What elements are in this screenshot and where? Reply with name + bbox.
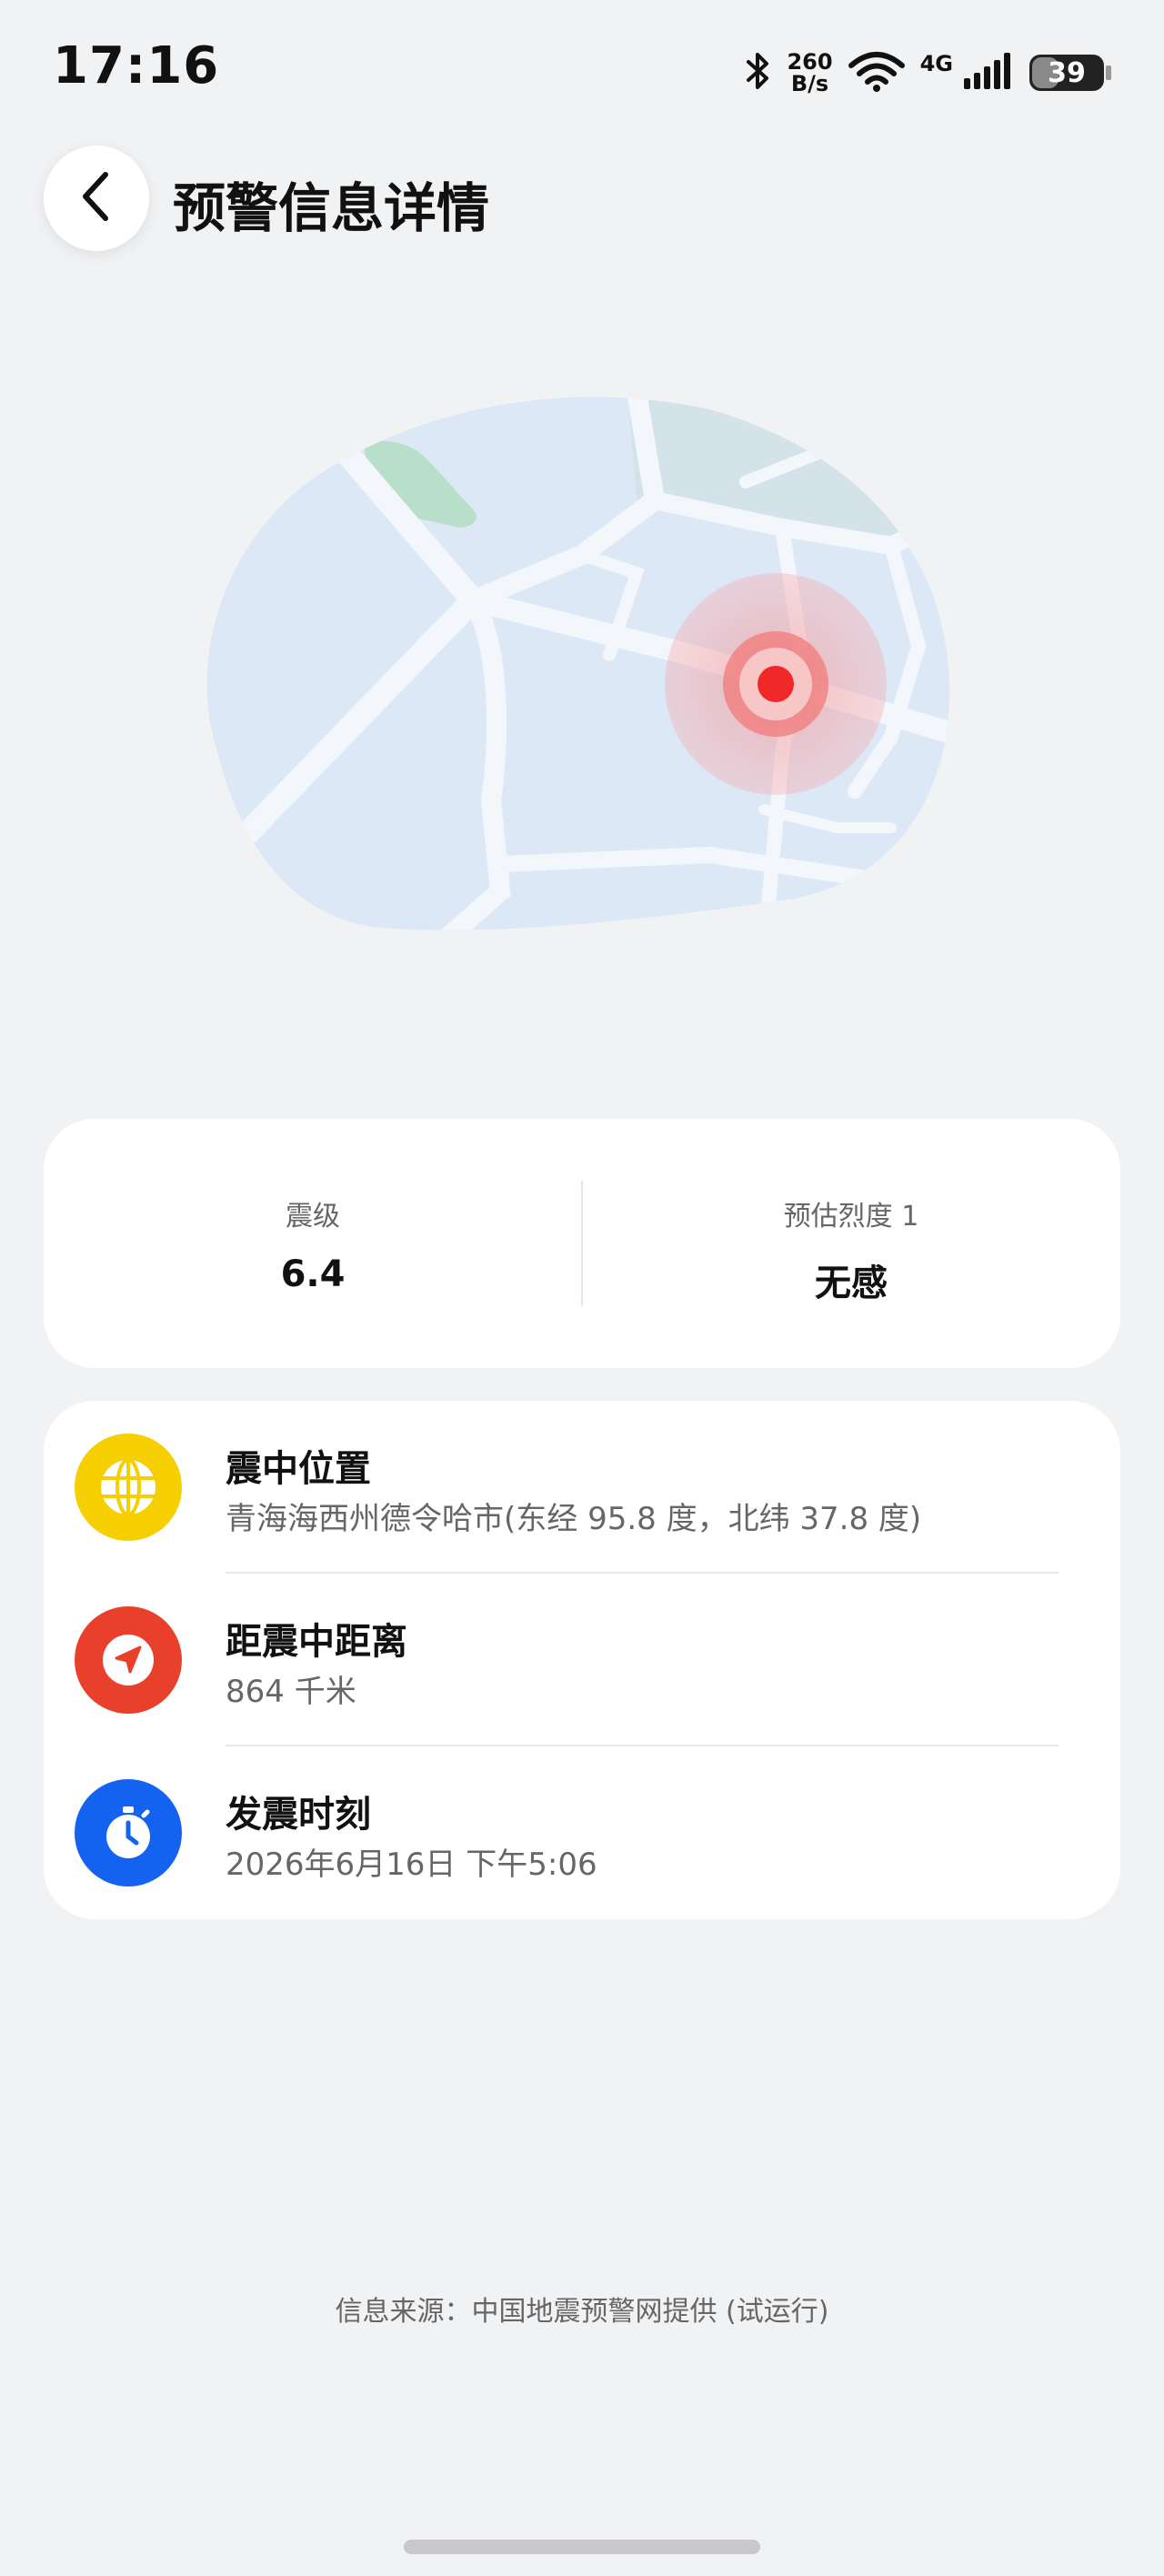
status-icons: 260 B/s 4G 39 bbox=[743, 45, 1111, 100]
back-button[interactable] bbox=[44, 146, 149, 251]
wifi-icon bbox=[848, 49, 906, 96]
magnitude-label: 震级 bbox=[286, 1201, 340, 1233]
status-time: 17:16 bbox=[53, 36, 220, 96]
magnitude-value: 6.4 bbox=[280, 1253, 346, 1295]
warning-detail-page: 17:16 260 B/s 4G 39 预警信息详情 震级 6.4 预估烈度 1… bbox=[0, 0, 1164, 2576]
net-speed-value: 260 bbox=[787, 49, 833, 75]
info-row-quake-time: 发震时刻 2026年6月16日 下午5:06 bbox=[44, 1746, 1120, 1919]
epicenter-map bbox=[200, 373, 964, 955]
info-title: 震中位置 bbox=[226, 1448, 371, 1490]
info-title: 距震中距离 bbox=[226, 1621, 407, 1663]
source-note: 信息来源：中国地震预警网提供 (试运行) bbox=[335, 2296, 829, 2328]
intensity-value: 无感 bbox=[815, 1263, 888, 1304]
info-row-epicenter-location: 震中位置 青海海西州德令哈市(东经 95.8 度，北纬 37.8 度) bbox=[44, 1401, 1120, 1574]
bluetooth-icon bbox=[743, 51, 772, 95]
intensity-label: 预估烈度 1 bbox=[783, 1201, 919, 1233]
info-card: 震中位置 青海海西州德令哈市(东经 95.8 度，北纬 37.8 度) 距震中距… bbox=[44, 1401, 1120, 1919]
battery-icon: 39 bbox=[1029, 55, 1111, 91]
page-title: 预警信息详情 bbox=[173, 177, 490, 239]
epicenter-marker-icon bbox=[758, 666, 794, 702]
info-detail: 864 千米 bbox=[226, 1674, 356, 1710]
net-speed: 260 B/s bbox=[787, 51, 832, 95]
info-detail: 青海海西州德令哈市(东经 95.8 度，北纬 37.8 度) bbox=[226, 1501, 922, 1537]
magnitude-card: 震级 6.4 预估烈度 1 无感 bbox=[44, 1119, 1120, 1368]
stopwatch-icon bbox=[75, 1779, 182, 1887]
info-title: 发震时刻 bbox=[226, 1794, 371, 1836]
navigation-arrow-icon bbox=[75, 1606, 182, 1714]
info-detail: 2026年6月16日 下午5:06 bbox=[226, 1846, 597, 1883]
signal-icon bbox=[962, 51, 1015, 95]
battery-text: 39 bbox=[1048, 56, 1086, 89]
status-bar: 17:16 260 B/s 4G 39 bbox=[0, 0, 1164, 136]
net-speed-unit: B/s bbox=[790, 71, 829, 96]
magnitude-section: 震级 6.4 bbox=[44, 1119, 582, 1368]
network-type: 4G bbox=[919, 51, 953, 76]
info-row-distance: 距震中距离 864 千米 bbox=[44, 1574, 1120, 1746]
intensity-section: 预估烈度 1 无感 bbox=[582, 1119, 1120, 1368]
globe-icon bbox=[75, 1434, 182, 1541]
home-indicator[interactable] bbox=[404, 2540, 760, 2554]
chevron-left-icon bbox=[75, 169, 118, 227]
